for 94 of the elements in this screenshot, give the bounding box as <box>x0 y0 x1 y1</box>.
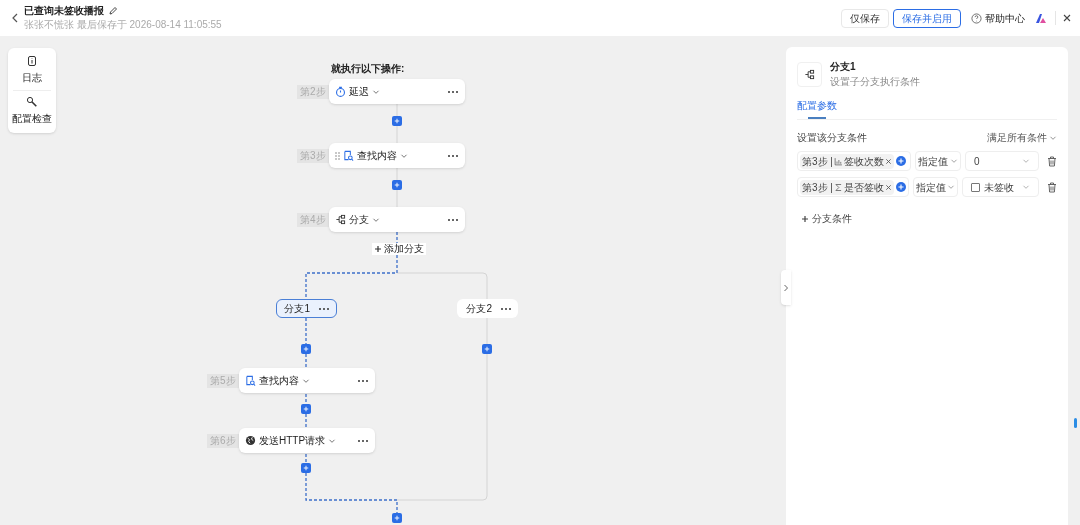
more-icon[interactable] <box>318 306 330 311</box>
toolbar-button[interactable]: 配置检查 <box>12 94 52 128</box>
step-node[interactable]: 查找内容 <box>239 368 375 393</box>
add-condition-button[interactable]: 分支条件 <box>801 211 852 226</box>
caret-icon <box>947 183 955 191</box>
plus-icon <box>303 465 309 471</box>
source-field: 是否签收 <box>843 179 884 195</box>
close-icon[interactable] <box>1062 13 1072 23</box>
section-heading: 就执行以下操作: <box>331 62 405 76</box>
timer-icon <box>335 86 346 97</box>
add-branch-button[interactable]: 添加分支 <box>372 243 426 255</box>
more-icon[interactable] <box>357 378 369 383</box>
step-title: 查找内容 <box>259 374 299 388</box>
scrollbar-thumb[interactable] <box>1074 418 1077 428</box>
more-icon[interactable] <box>447 89 459 94</box>
source-step: 第3步 | <box>802 153 833 169</box>
plus-icon <box>394 118 400 124</box>
plus-icon <box>303 346 309 352</box>
section-label: 设置该分支条件 <box>797 131 867 145</box>
document-search-icon <box>245 375 256 386</box>
plus-icon <box>394 182 400 188</box>
trash-icon[interactable] <box>1047 155 1057 167</box>
add-variable-icon[interactable] <box>895 156 906 166</box>
add-step-button[interactable] <box>482 344 492 354</box>
branch-node[interactable]: 分支1 <box>276 299 337 318</box>
checkbox[interactable] <box>971 182 980 192</box>
value-dropdown[interactable]: 0 <box>965 151 1039 171</box>
document-info-icon <box>26 55 38 67</box>
more-icon[interactable] <box>500 306 512 311</box>
step-title: 分支 <box>349 213 369 227</box>
help-icon <box>971 12 982 24</box>
branch-icon <box>804 69 815 80</box>
tab[interactable]: 配置参数 <box>797 98 837 119</box>
add-step-button[interactable] <box>392 180 402 190</box>
step-node[interactable]: 查找内容 <box>329 143 465 168</box>
plus-icon <box>394 515 400 521</box>
add-step-button[interactable] <box>301 344 311 354</box>
branch-node[interactable]: 分支2 <box>457 299 518 318</box>
step-title: 延迟 <box>349 85 369 99</box>
plus-icon <box>374 245 382 253</box>
value-text: 未签收 <box>984 180 1014 195</box>
branch-icon <box>335 214 346 225</box>
plus-icon <box>484 346 490 352</box>
step-title: 查找内容 <box>357 149 397 163</box>
source-field: 签收次数 <box>843 153 884 169</box>
add-step-button[interactable] <box>392 513 402 523</box>
save-button[interactable]: 保存并启用 <box>893 8 961 28</box>
toolbar-button[interactable]: 日志 <box>22 53 42 87</box>
chevron-right-icon <box>783 283 789 292</box>
branch-title: 分支1 <box>284 302 310 316</box>
value-text: 0 <box>974 154 980 169</box>
save-button[interactable]: 仅保存 <box>841 8 889 28</box>
plus-icon <box>303 406 309 412</box>
pencil-icon[interactable] <box>108 6 118 17</box>
trash-icon[interactable] <box>1047 181 1057 193</box>
caret-icon <box>950 157 958 165</box>
logo-icon <box>1035 12 1047 24</box>
close-icon[interactable] <box>884 157 892 165</box>
globe-icon <box>245 435 256 446</box>
drag-handle-icon[interactable] <box>335 151 340 160</box>
save-info: 张张不慌张 最后保存于 2026-08-14 11:05:55 <box>24 18 222 31</box>
add-variable-icon[interactable] <box>895 182 906 192</box>
step-node[interactable]: 分支 <box>329 207 465 232</box>
help-center-link[interactable]: 帮助中心 <box>971 10 1025 26</box>
caret-icon <box>1022 157 1030 165</box>
condition-source-field[interactable]: 第3步 | 是否签收 <box>797 177 909 197</box>
condition-source-field[interactable]: 第3步 | 签收次数 <box>797 151 911 171</box>
bar-chart-icon <box>833 156 843 166</box>
add-step-button[interactable] <box>301 463 311 473</box>
match-mode-dropdown[interactable]: 满足所有条件 <box>987 130 1057 145</box>
more-icon[interactable] <box>447 217 459 222</box>
document-search-icon <box>343 150 354 161</box>
step-title: 发送HTTP请求 <box>259 434 326 448</box>
more-icon[interactable] <box>357 438 369 443</box>
step-node[interactable]: 延迟 <box>329 79 465 104</box>
sigma-icon <box>833 182 843 192</box>
source-step: 第3步 | <box>802 179 833 195</box>
add-step-button[interactable] <box>301 404 311 414</box>
wrench-icon <box>26 96 38 108</box>
panel-subtitle: 设置子分支执行条件 <box>830 75 920 88</box>
more-icon[interactable] <box>447 153 459 158</box>
value-dropdown[interactable]: 未签收 <box>962 177 1039 197</box>
operator-dropdown[interactable]: 指定值 <box>912 177 958 197</box>
panel-title: 分支1 <box>830 61 857 74</box>
plus-icon <box>801 214 809 223</box>
collapse-handle[interactable] <box>781 270 791 305</box>
caret-icon <box>1022 183 1030 191</box>
close-icon[interactable] <box>884 183 892 191</box>
add-step-button[interactable] <box>392 116 402 126</box>
operator-dropdown[interactable]: 指定值 <box>915 151 961 171</box>
step-node[interactable]: 发送HTTP请求 <box>239 428 375 453</box>
page-title: 已查询未签收播报 <box>24 5 104 18</box>
back-icon[interactable] <box>10 12 20 24</box>
branch-title: 分支2 <box>466 302 492 316</box>
